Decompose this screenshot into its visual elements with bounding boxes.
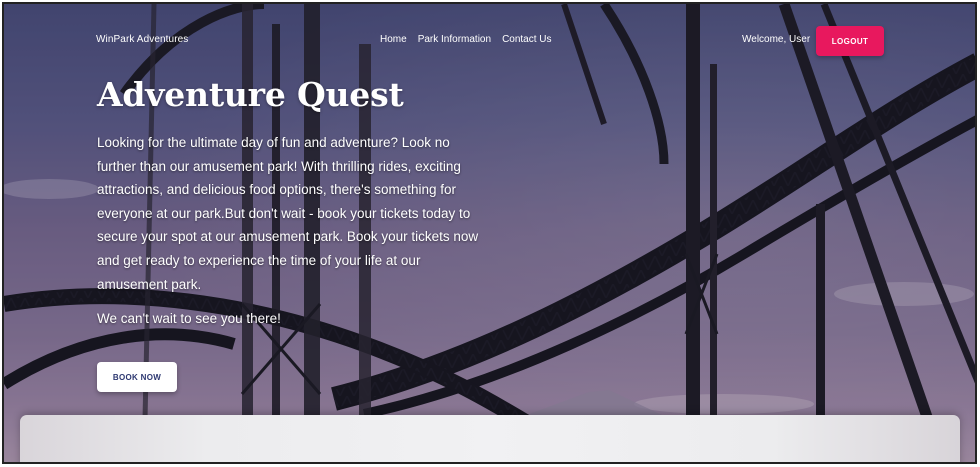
nav-links: Home Park Information Contact Us xyxy=(380,34,552,45)
book-now-button[interactable]: BOOK NOW xyxy=(97,362,177,392)
nav-link-home[interactable]: Home xyxy=(380,34,407,45)
hero-closing-text: We can't wait to see you there! xyxy=(97,311,281,327)
hero-section: Adventure Quest Looking for the ultimate… xyxy=(97,76,492,329)
top-navbar: WinPark Adventures Home Park Information… xyxy=(4,4,975,74)
page-frame: WinPark Adventures Home Park Information… xyxy=(2,2,977,464)
hero-title: Adventure Quest xyxy=(97,75,404,114)
nav-link-park-information[interactable]: Park Information xyxy=(418,34,491,45)
logout-button[interactable]: LOGOUT xyxy=(816,26,884,56)
hero-description: Looking for the ultimate day of fun and … xyxy=(97,135,479,292)
welcome-text: Welcome, User xyxy=(742,34,811,45)
nav-link-contact-us[interactable]: Contact Us xyxy=(502,34,551,45)
content-panel xyxy=(20,415,960,462)
brand-logo-link[interactable]: WinPark Adventures xyxy=(96,34,188,45)
